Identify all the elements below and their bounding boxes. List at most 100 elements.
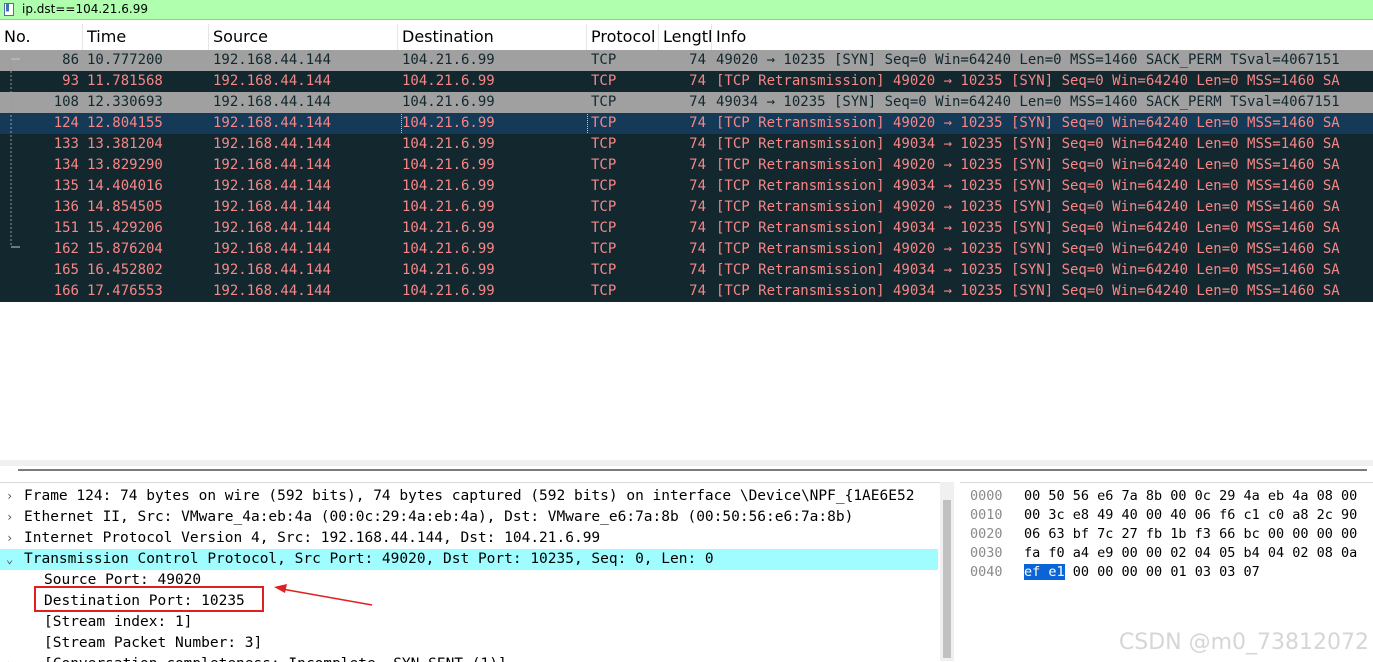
cell-protocol: TCP [591, 220, 617, 236]
cell-time: 12.804155 [87, 115, 163, 131]
cell-info: [TCP Retransmission] 49034 → 10235 [SYN]… [716, 136, 1340, 152]
conversation-tree-lines [10, 58, 20, 248]
annotation-highlight-box [34, 586, 264, 612]
hex-bytes[interactable]: 00 3c e8 49 40 00 40 06 f6 c1 c0 a8 2c 9… [1024, 506, 1357, 525]
watermark: CSDN @m0_73812072 [1118, 630, 1369, 655]
col-time[interactable]: Time [83, 24, 209, 50]
hex-group-b: 05 b4 04 02 08 0a [1219, 545, 1358, 561]
cell-length: 74 [689, 52, 706, 68]
hex-group-b: 29 4a eb 4a 08 00 [1219, 488, 1358, 504]
details-scrollbar[interactable] [940, 482, 954, 661]
chevron-right-icon[interactable]: › [6, 486, 13, 507]
filter-expression[interactable]: ip.dst==104.21.6.99 [22, 2, 148, 16]
display-filter-bar[interactable]: ip.dst==104.21.6.99 [0, 0, 1373, 20]
cell-source: 192.168.44.144 [213, 94, 332, 110]
cell-destination: 104.21.6.99 [402, 178, 495, 194]
cell-info: [TCP Retransmission] 49020 → 10235 [SYN]… [716, 157, 1340, 173]
detail-tree-item[interactable]: › Internet Protocol Version 4, Src: 192.1… [0, 528, 938, 549]
cell-time: 17.476553 [87, 283, 163, 299]
cell-source: 192.168.44.144 [213, 52, 332, 68]
cell-source: 192.168.44.144 [213, 262, 332, 278]
cell-protocol: TCP [591, 52, 617, 68]
packet-row[interactable]: 108 12.330693 192.168.44.144 104.21.6.99 TCP… [0, 92, 1373, 113]
scrollbar-thumb[interactable] [943, 500, 951, 658]
cell-length: 74 [689, 199, 706, 215]
packet-details-pane: › Frame 124: 74 bytes on wire (592 bits),… [0, 482, 940, 662]
cell-source: 192.168.44.144 [213, 241, 332, 257]
packet-row[interactable]: 151 15.429206 192.168.44.144 104.21.6.99 TCP… [0, 218, 1373, 239]
cell-info: [TCP Retransmission] 49034 → 10235 [SYN]… [716, 283, 1340, 299]
hex-bytes[interactable]: fa f0 a4 e9 00 00 02 04 05 b4 04 02 08 0… [1024, 544, 1357, 563]
packet-list-header: No. Time Source Destination Protocol Len… [0, 24, 1373, 51]
cell-info: [TCP Retransmission] 49020 → 10235 [SYN]… [716, 241, 1340, 257]
cell-protocol: TCP [591, 178, 617, 194]
cell-source: 192.168.44.144 [213, 199, 332, 215]
cell-time: 10.777200 [87, 52, 163, 68]
col-length[interactable]: Lengtl [659, 24, 712, 50]
cell-info: [TCP Retransmission] 49020 → 10235 [SYN]… [716, 73, 1340, 89]
cell-destination: 104.21.6.99 [402, 199, 495, 215]
bookmark-icon[interactable] [4, 3, 14, 16]
cell-destination: 104.21.6.99 [402, 220, 495, 236]
cell-length: 74 [689, 73, 706, 89]
col-info[interactable]: Info [712, 24, 1373, 50]
cell-info: [TCP Retransmission] 49034 → 10235 [SYN]… [716, 178, 1340, 194]
packet-row[interactable]: 134 13.829290 192.168.44.144 104.21.6.99 TCP… [0, 155, 1373, 176]
col-no[interactable]: No. [0, 24, 83, 50]
pane-splitter[interactable] [0, 466, 1373, 482]
cell-destination: 104.21.6.99 [402, 52, 495, 68]
packet-row[interactable]: 136 14.854505 192.168.44.144 104.21.6.99 TCP… [0, 197, 1373, 218]
cell-protocol: TCP [591, 136, 617, 152]
chevron-down-icon[interactable]: ⌄ [6, 549, 13, 570]
cell-source: 192.168.44.144 [213, 136, 332, 152]
cell-info: 49034 → 10235 [SYN] Seq=0 Win=64240 Len=… [716, 94, 1340, 110]
detail-tree-item[interactable]: [Stream Packet Number: 3] [0, 633, 938, 654]
cell-protocol: TCP [591, 73, 617, 89]
packet-row[interactable]: 166 17.476553 192.168.44.144 104.21.6.99 TCP… [0, 281, 1373, 302]
hex-group-b: 66 bc 00 00 00 00 [1219, 526, 1358, 542]
packet-row[interactable]: 124 12.804155 192.168.44.144 104.21.6.99 TCP… [0, 113, 1373, 134]
hex-offset: 0010 [970, 507, 1003, 523]
cell-destination: 104.21.6.99 [402, 73, 495, 89]
cell-destination: 104.21.6.99 [402, 262, 495, 278]
cell-info: [TCP Retransmission] 49034 → 10235 [SYN]… [716, 220, 1340, 236]
detail-tree-item[interactable]: › Frame 124: 74 bytes on wire (592 bits),… [0, 486, 938, 507]
cell-time: 11.781568 [87, 73, 163, 89]
packet-row[interactable]: 133 13.381204 192.168.44.144 104.21.6.99 TCP… [0, 134, 1373, 155]
cell-length: 74 [689, 136, 706, 152]
cell-source: 192.168.44.144 [213, 283, 332, 299]
cell-info: [TCP Retransmission] 49020 → 10235 [SYN]… [716, 115, 1340, 131]
packet-row[interactable]: 165 16.452802 192.168.44.144 104.21.6.99 TCP… [0, 260, 1373, 281]
cell-time: 14.404016 [87, 178, 163, 194]
cell-time: 12.330693 [87, 94, 163, 110]
col-source[interactable]: Source [209, 24, 398, 50]
detail-text: [Stream Packet Number: 3] [44, 635, 263, 651]
cell-destination: 104.21.6.99 [402, 283, 495, 299]
packet-row[interactable]: 86 10.777200 192.168.44.144 104.21.6.99 TCP 7… [0, 50, 1373, 71]
cell-protocol: TCP [591, 199, 617, 215]
cell-source: 192.168.44.144 [213, 73, 332, 89]
cell-info: [TCP Retransmission] 49034 → 10235 [SYN]… [716, 262, 1340, 278]
cell-destination: 104.21.6.99 [401, 113, 588, 134]
packet-row[interactable]: 93 11.781568 192.168.44.144 104.21.6.99 TCP 7… [0, 71, 1373, 92]
chevron-right-icon[interactable]: › [6, 528, 13, 549]
detail-tree-item[interactable]: [Stream index: 1] [0, 612, 938, 633]
cell-info: [TCP Retransmission] 49020 → 10235 [SYN]… [716, 199, 1340, 215]
cell-protocol: TCP [591, 94, 617, 110]
packet-row[interactable]: 135 14.404016 192.168.44.144 104.21.6.99 TCP… [0, 176, 1373, 197]
cell-time: 15.429206 [87, 220, 163, 236]
hex-bytes[interactable]: 06 63 bf 7c 27 fb 1b f3 66 bc 00 00 00 0… [1024, 525, 1357, 544]
chevron-right-icon[interactable]: › [6, 507, 13, 528]
packet-row[interactable]: 162 15.876204 192.168.44.144 104.21.6.99 TCP… [0, 239, 1373, 260]
detail-tree-item[interactable]: ⌄ Transmission Control Protocol, Src Port… [0, 549, 938, 570]
hex-group-a: 06 63 bf 7c 27 fb 1b f3 [1024, 526, 1211, 542]
col-protocol[interactable]: Protocol [587, 24, 659, 50]
detail-tree-item[interactable]: › Ethernet II, Src: VMware_4a:eb:4a (00:0… [0, 507, 938, 528]
hex-offset: 0000 [970, 488, 1003, 504]
col-destination[interactable]: Destination [398, 24, 587, 50]
cell-time: 13.381204 [87, 136, 163, 152]
selected-bytes[interactable]: ef e1 [1024, 564, 1065, 580]
hex-bytes[interactable]: ef e1 00 00 00 00 01 03 03 07 [1024, 563, 1260, 582]
hex-bytes[interactable]: 00 50 56 e6 7a 8b 00 0c 29 4a eb 4a 08 0… [1024, 487, 1357, 506]
detail-text: Frame 124: 74 bytes on wire (592 bits), … [24, 488, 915, 504]
